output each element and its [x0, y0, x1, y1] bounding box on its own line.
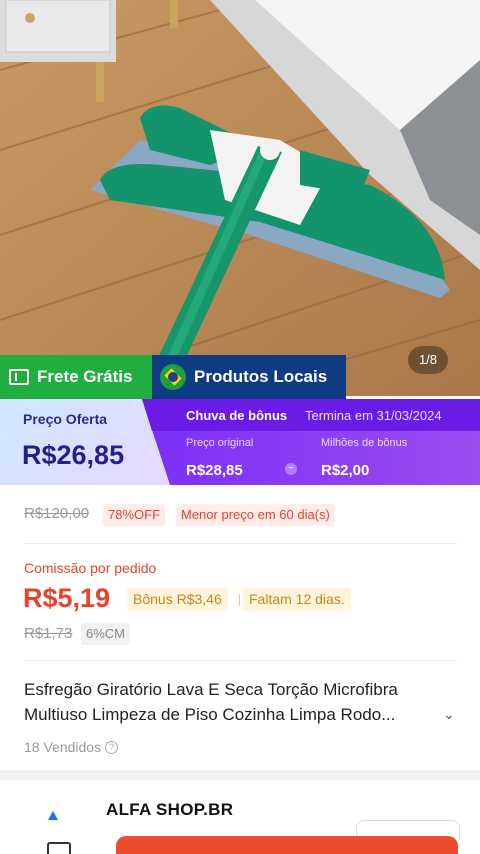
- commission-label: Comissão por pedido: [24, 560, 157, 576]
- days-left-badge: Faltam 12 dias.: [243, 588, 351, 611]
- bonus-end-date: Termina em 31/03/2024: [305, 408, 442, 423]
- section-separator: [0, 770, 480, 780]
- sold-count-label: 18 Vendidos: [24, 739, 102, 755]
- divider: [24, 543, 457, 544]
- product-image[interactable]: 1/8: [0, 0, 480, 396]
- free-shipping-banner: Frete Grátis: [0, 355, 152, 399]
- arrow-up-icon[interactable]: [48, 811, 58, 820]
- commission-rate-badge: 6%CM: [81, 623, 131, 645]
- discount-badge: 78%OFF: [103, 504, 166, 526]
- offer-price-value: R$26,85: [22, 440, 125, 470]
- product-page: 1/8 Frete Grátis Produtos Locais Preço O…: [0, 0, 480, 854]
- product-title-line2: Multiuso Limpeza de Piso Cozinha Limpa R…: [24, 705, 396, 724]
- shop-name[interactable]: ALFA SHOP.BR: [106, 800, 233, 820]
- image-counter: 1/8: [408, 346, 448, 374]
- old-price: R$120,00: [24, 505, 90, 522]
- lowest-price-badge: Menor preço em 60 dia(s): [176, 504, 335, 526]
- brazil-flag-icon: [160, 364, 186, 390]
- minus-icon: −: [285, 463, 297, 475]
- commission-value: R$5,19: [23, 583, 111, 613]
- local-products-label: Produtos Locais: [194, 367, 328, 386]
- bonus-title: Chuva de bônus: [186, 408, 288, 423]
- ticket-icon: [9, 369, 29, 385]
- store-icon[interactable]: [47, 842, 71, 854]
- bonus-miles-value: R$2,00: [321, 462, 370, 479]
- local-products-banner: Produtos Locais: [152, 355, 346, 399]
- chevron-down-icon[interactable]: ⌄: [443, 706, 455, 723]
- original-price-label: Preço original: [186, 437, 254, 449]
- free-shipping-label: Frete Grátis: [37, 367, 133, 386]
- sold-count: 18 Vendidos ?: [24, 739, 119, 755]
- commission-bonus-badge: Bônus R$3,46: [127, 588, 228, 611]
- mop-photo: [0, 0, 480, 396]
- original-price-value: R$28,85: [186, 462, 243, 479]
- badge-separator: [239, 594, 240, 606]
- help-icon[interactable]: ?: [105, 740, 119, 754]
- offer-price-label: Preço Oferta: [23, 411, 108, 427]
- bonus-miles-label: Milhões de bônus: [321, 437, 408, 449]
- old-commission: R$1,73: [24, 625, 73, 642]
- product-title-line1: Esfregão Giratório Lava E Seca Torção Mi…: [24, 680, 398, 699]
- divider: [24, 660, 457, 661]
- buy-button[interactable]: [116, 836, 458, 854]
